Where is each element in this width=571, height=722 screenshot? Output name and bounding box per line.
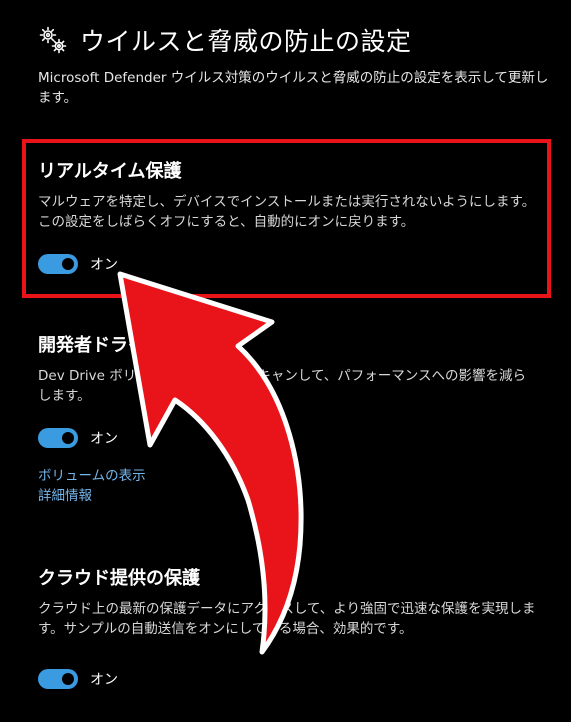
dev-drive-protection-toggle[interactable] [38, 428, 78, 448]
section-title: リアルタイム保護 [38, 161, 182, 182]
toggle-label: オン [90, 431, 118, 447]
section-description: Dev Drive ボリュームを非同期にスキャンして、パフォーマンスへの影響を減… [38, 368, 527, 404]
page-title: ウイルスと脅威の防止の設定 [80, 27, 412, 56]
section-title: 開発者ドライブの保護 [38, 335, 218, 356]
learn-more-link[interactable]: 詳細情報 [38, 486, 538, 506]
section-realtime-protection: リアルタイム保護 マルウェアを特定し、デバイスでインストールまたは実行されないよ… [38, 160, 538, 276]
page-header: ウイルスと脅威の防止の設定 [38, 22, 412, 58]
section-title: クラウド提供の保護 [38, 568, 200, 589]
toggle-knob [62, 673, 74, 685]
cloud-protection-toggle[interactable] [38, 669, 78, 689]
page-description: Microsoft Defender ウイルス対策のウイルスと脅威の防止の設定を… [38, 70, 549, 106]
section-cloud-protection: クラウド提供の保護 クラウド上の最新の保護データにアクセスして、より強固で迅速な… [38, 567, 538, 691]
toggle-row: オン [38, 667, 538, 691]
toggle-row: オン [38, 252, 538, 276]
section-description: マルウェアを特定し、デバイスでインストールまたは実行されないようにします。この設… [38, 194, 536, 230]
section-links: ボリュームの表示 詳細情報 [38, 466, 538, 506]
toggle-label: オン [90, 672, 118, 688]
toggle-knob [62, 432, 74, 444]
gears-icon [39, 26, 67, 54]
toggle-label: オン [90, 257, 118, 273]
toggle-knob [62, 258, 74, 270]
section-dev-drive-protection: 開発者ドライブの保護 Dev Drive ボリュームを非同期にスキャンして、パフ… [38, 334, 538, 506]
realtime-protection-toggle[interactable] [38, 254, 78, 274]
view-volumes-link[interactable]: ボリュームの表示 [38, 466, 538, 486]
toggle-row: オン [38, 426, 538, 450]
section-description: クラウド上の最新の保護データにアクセスして、より強固で迅速な保護を実現します。サ… [38, 601, 536, 637]
